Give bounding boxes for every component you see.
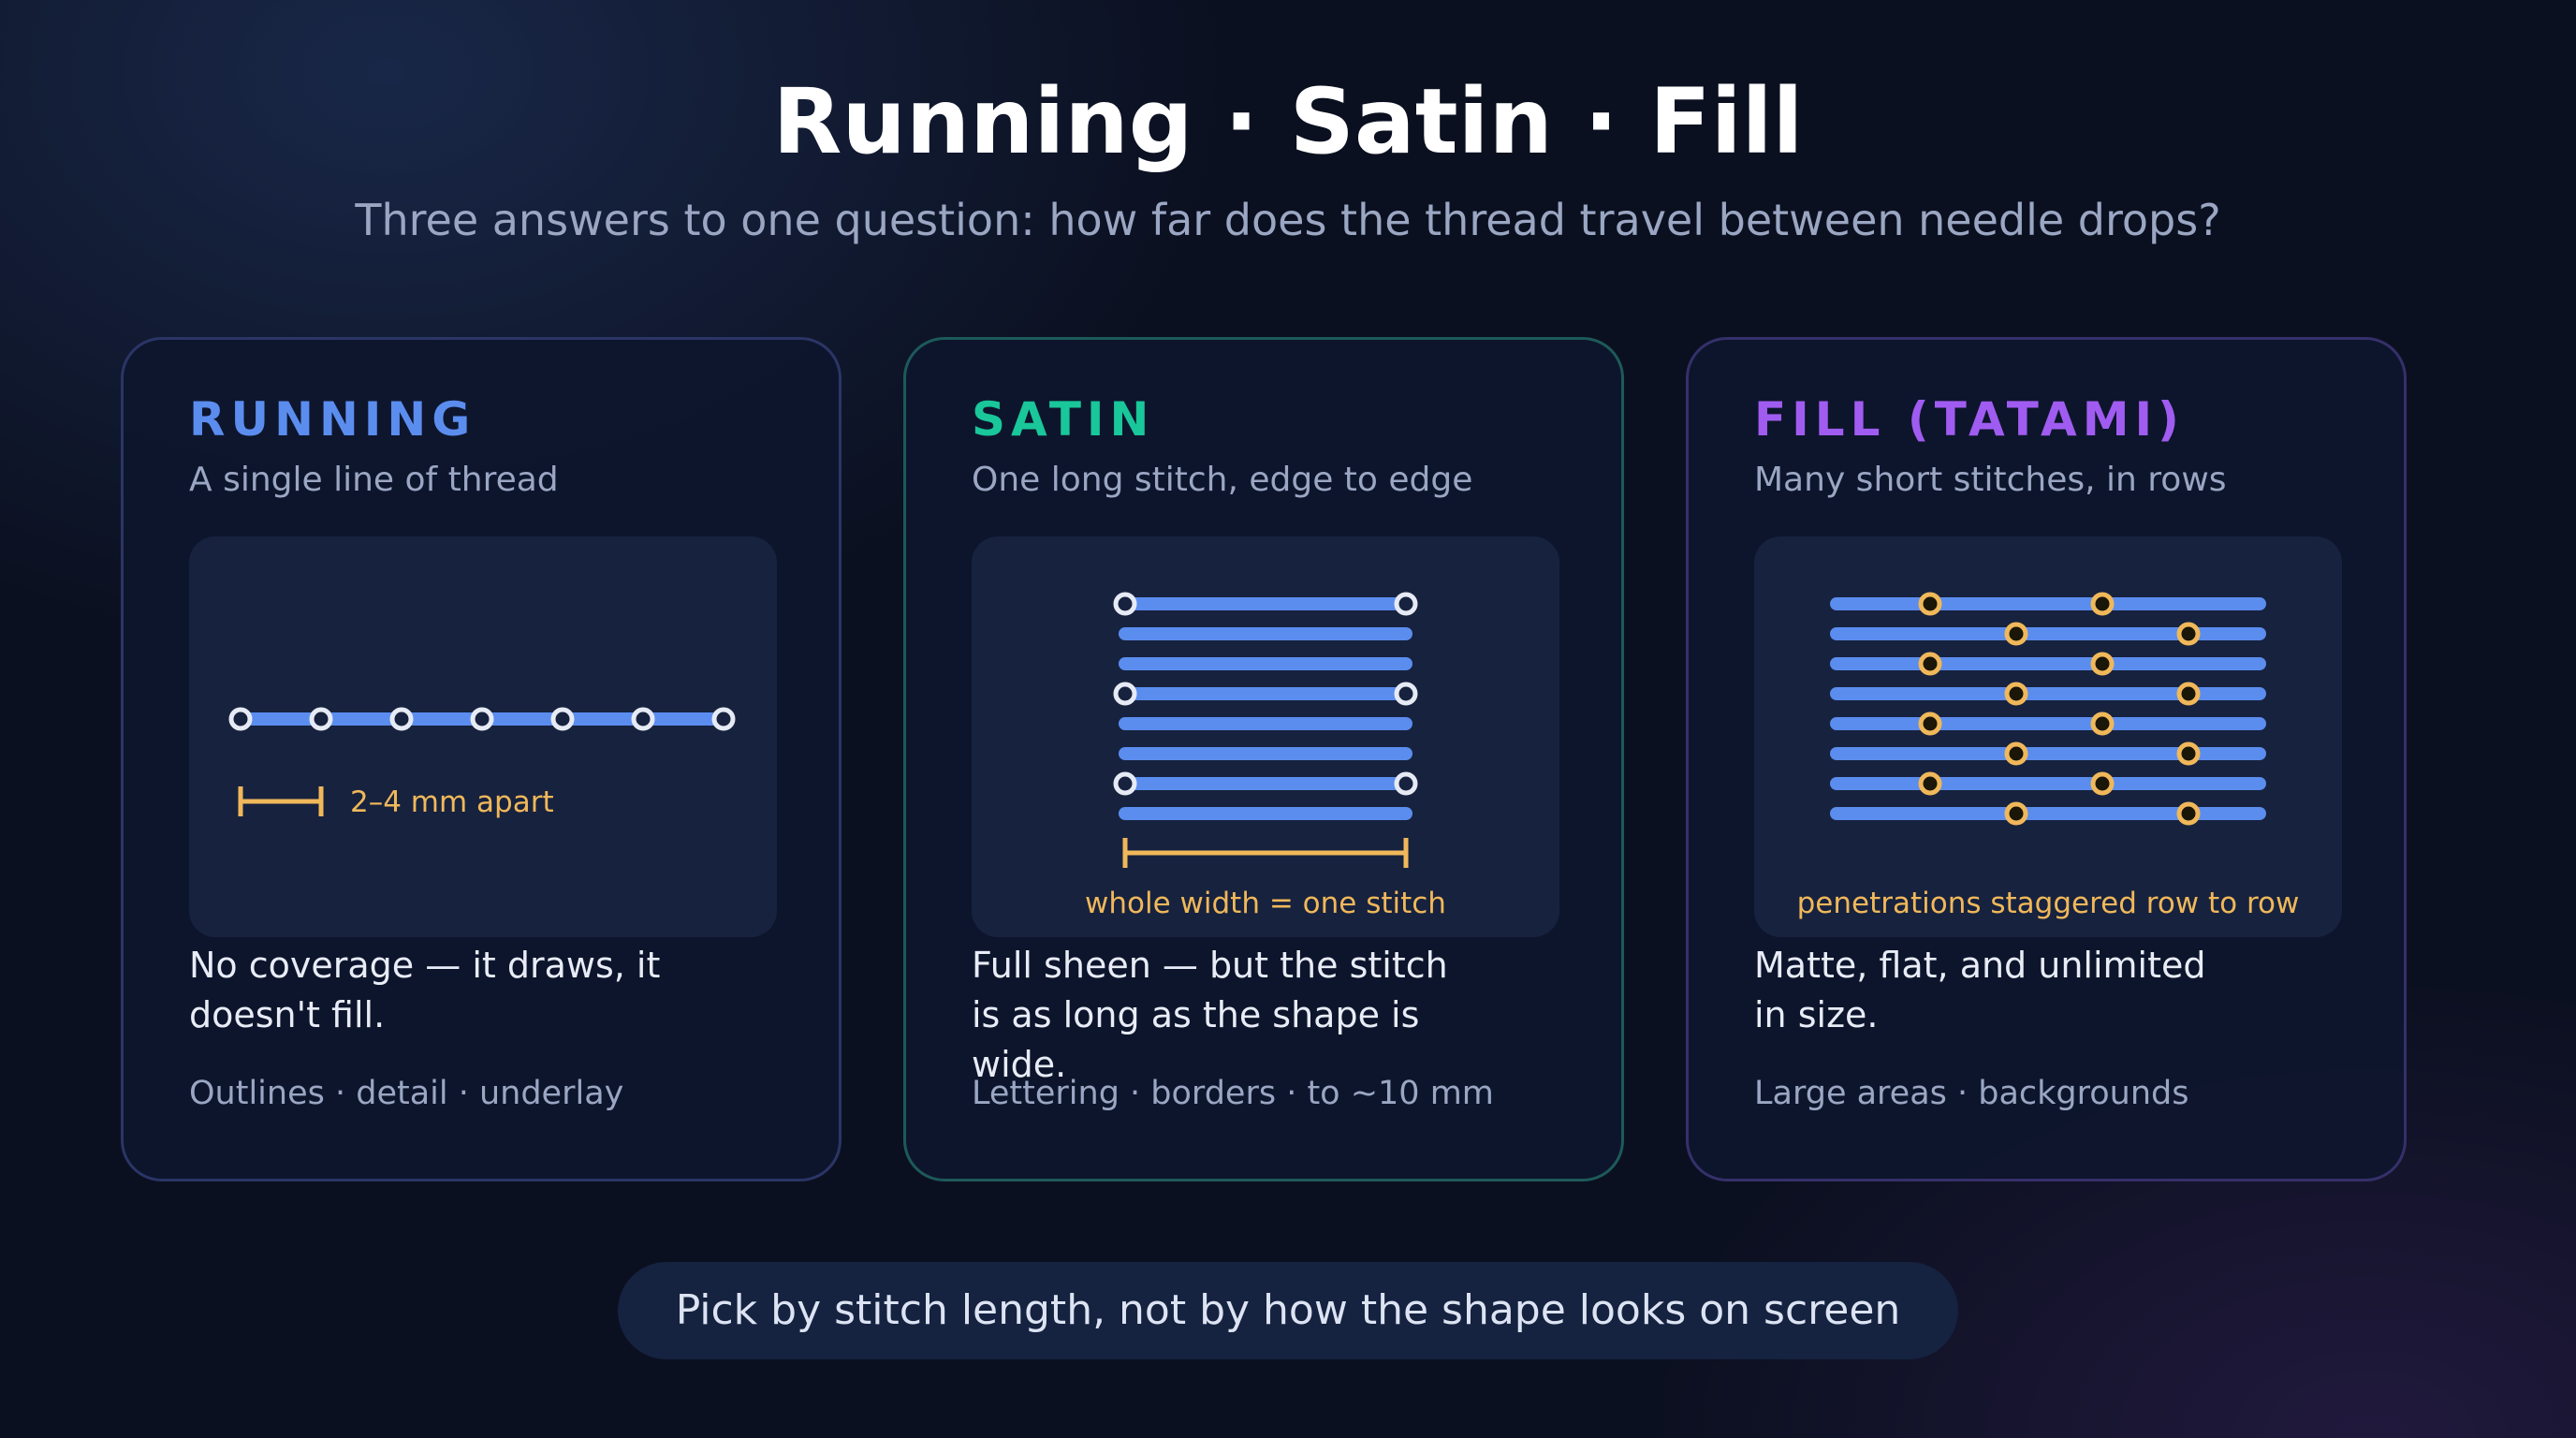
running-stitch-diagram: 2–4 mm apart bbox=[228, 707, 736, 819]
fill-needle-point bbox=[2176, 801, 2201, 826]
running-needle-point bbox=[309, 707, 333, 731]
card-running: RUNNING A single line of thread 2–4 mm a… bbox=[121, 337, 842, 1181]
satin-needle-point bbox=[1394, 771, 1418, 796]
fill-needle-point bbox=[2004, 622, 2028, 646]
card-title-running: RUNNING bbox=[189, 392, 476, 447]
running-needle-point bbox=[470, 707, 494, 731]
fill-needle-point bbox=[1918, 652, 1942, 676]
running-diagram-panel: 2–4 mm apart bbox=[189, 536, 777, 937]
card-description-satin: Full sheen — but the stitch is as long a… bbox=[972, 945, 1448, 1085]
card-subtitle-running: A single line of thread bbox=[189, 461, 559, 499]
satin-needle-point bbox=[1113, 771, 1137, 796]
fill-needle-point bbox=[2090, 771, 2115, 796]
satin-needle-point bbox=[1113, 592, 1137, 616]
page-subtitle: Three answers to one question: how far d… bbox=[355, 195, 2221, 245]
running-needle-point bbox=[711, 707, 736, 731]
footer-tip: Pick by stitch length, not by how the sh… bbox=[618, 1262, 1958, 1359]
satin-stitch-rows bbox=[1119, 597, 1412, 820]
fill-needle-point bbox=[2004, 801, 2028, 826]
page-title: Running · Satin · Fill bbox=[772, 69, 1804, 174]
fill-diagram-panel: penetrations staggered row to row bbox=[1754, 536, 2342, 937]
satin-annotation: whole width = one stitch bbox=[1085, 887, 1446, 920]
running-needle-point bbox=[228, 707, 253, 731]
fill-needle-point bbox=[2090, 592, 2115, 616]
card-description-fill: Matte, flat, and unlimited in size. bbox=[1754, 945, 2206, 1035]
fill-needle-point bbox=[1918, 771, 1942, 796]
card-description-running: No coverage — it draws, it doesn't fill. bbox=[189, 945, 661, 1035]
card-title-fill: FILL (TATAMI) bbox=[1754, 392, 2185, 447]
satin-needle-point bbox=[1113, 682, 1137, 706]
satin-needle-point bbox=[1394, 682, 1418, 706]
fill-annotation: penetrations staggered row to row bbox=[1797, 887, 2300, 920]
satin-diagram-panel: whole width = one stitch bbox=[972, 536, 1559, 937]
satin-stitch-diagram: whole width = one stitch bbox=[1085, 592, 1446, 920]
fill-needle-point bbox=[2176, 682, 2201, 706]
fill-needle-point bbox=[2176, 741, 2201, 766]
running-needle-point bbox=[389, 707, 414, 731]
card-satin: SATIN One long stitch, edge to edge whol… bbox=[903, 337, 1624, 1181]
running-spacing-bracket bbox=[238, 786, 324, 816]
fill-needle-point bbox=[2176, 622, 2201, 646]
fill-needle-point bbox=[2090, 712, 2115, 736]
satin-width-bracket bbox=[1122, 838, 1409, 868]
fill-needle-point bbox=[2004, 741, 2028, 766]
card-fill: FILL (TATAMI) Many short stitches, in ro… bbox=[1686, 337, 2407, 1181]
card-uses-fill: Large areas · backgrounds bbox=[1754, 1075, 2189, 1112]
card-uses-satin: Lettering · borders · to ~10 mm bbox=[972, 1075, 1494, 1112]
card-subtitle-satin: One long stitch, edge to edge bbox=[972, 461, 1473, 499]
fill-needle-point bbox=[1918, 592, 1942, 616]
fill-needle-point bbox=[1918, 712, 1942, 736]
card-uses-running: Outlines · detail · underlay bbox=[189, 1075, 624, 1112]
running-needle-point bbox=[631, 707, 655, 731]
fill-needle-point bbox=[2090, 652, 2115, 676]
satin-needle-point bbox=[1394, 592, 1418, 616]
card-subtitle-fill: Many short stitches, in rows bbox=[1754, 461, 2227, 499]
fill-needle-point bbox=[2004, 682, 2028, 706]
card-title-satin: SATIN bbox=[972, 392, 1155, 447]
running-needle-point bbox=[550, 707, 575, 731]
running-annotation: 2–4 mm apart bbox=[350, 785, 554, 819]
fill-stitch-diagram: penetrations staggered row to row bbox=[1797, 592, 2300, 920]
